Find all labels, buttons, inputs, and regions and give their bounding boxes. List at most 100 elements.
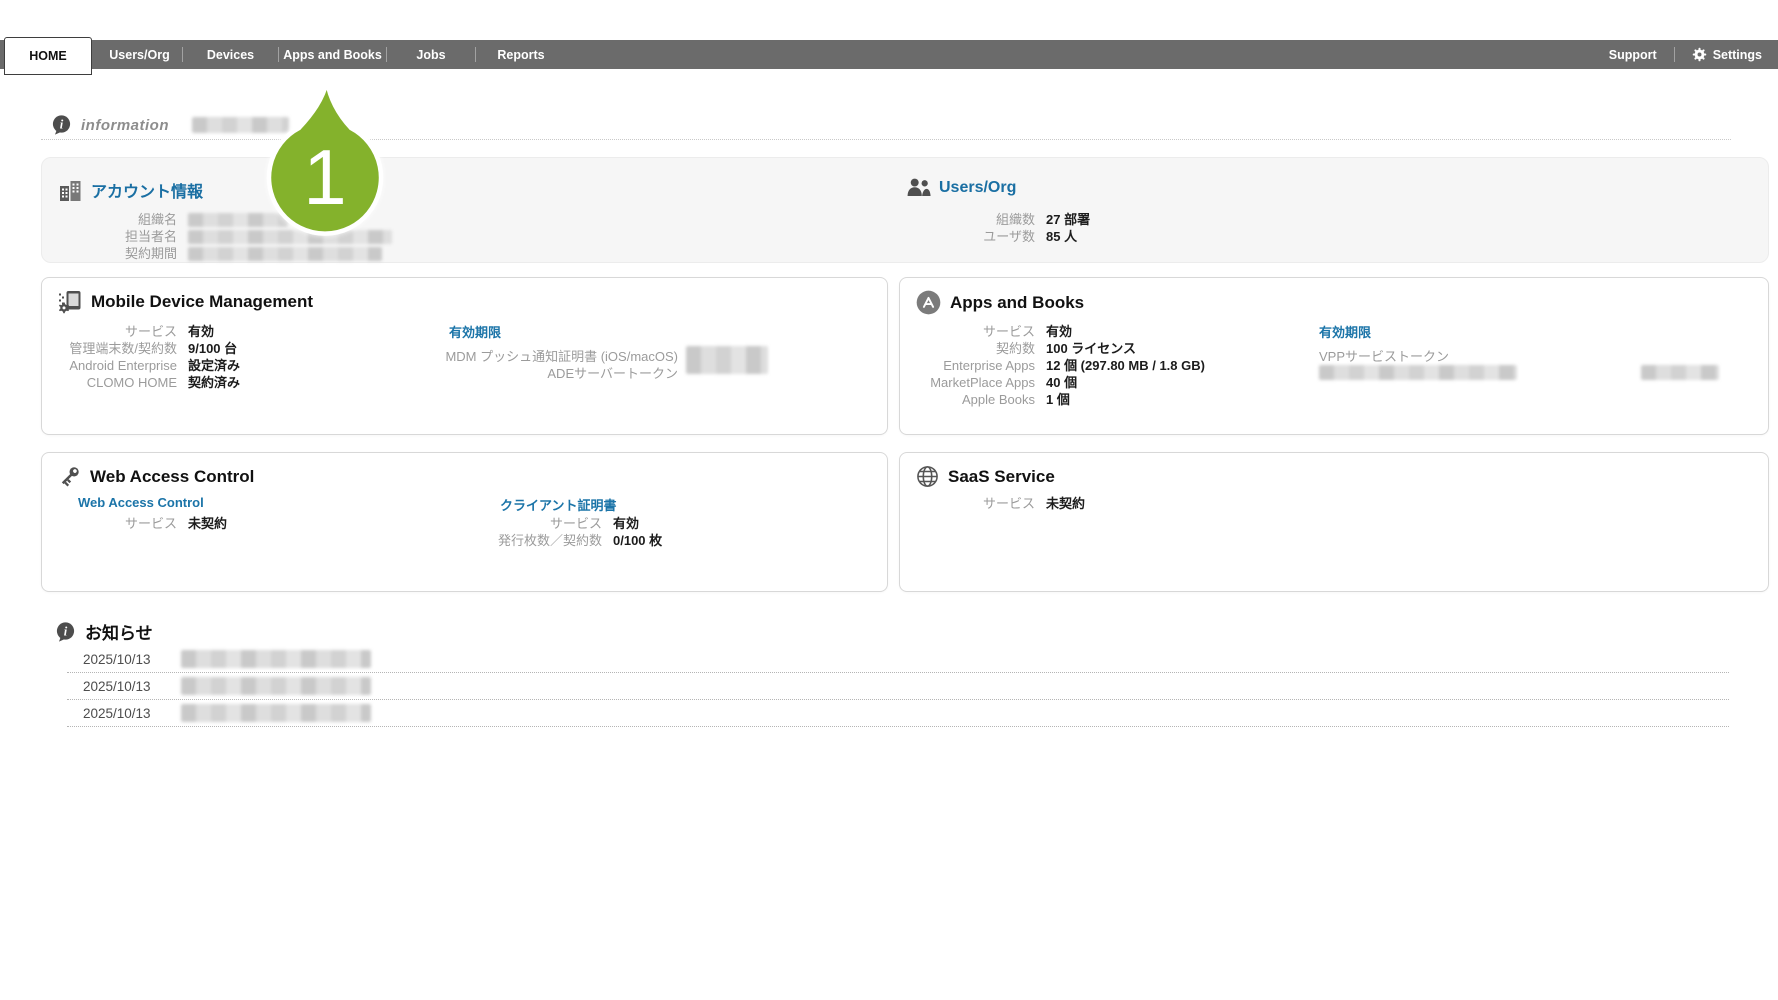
buildings-icon <box>59 179 83 201</box>
tab-reports[interactable]: Reports <box>476 40 566 69</box>
field-value: 設定済み <box>188 357 240 374</box>
apps-row-marketplace-apps: MarketPlace Apps 40 個 <box>920 374 1205 391</box>
mdm-card-title: Mobile Device Management <box>58 290 313 314</box>
notices-title-text: お知らせ <box>85 619 153 644</box>
apps-books-card: Apps and Books サービス 有効 契約数 100 ライセンス Ent… <box>899 277 1769 435</box>
field-value: 27 部署 <box>1046 211 1090 228</box>
mdm-expiry-link[interactable]: 有効期限 <box>449 322 501 341</box>
account-section-title: アカウント情報 <box>59 178 203 202</box>
field-label: 組織名 <box>62 211 177 228</box>
tab-apps-and-books[interactable]: Apps and Books <box>279 40 386 69</box>
nav-right: Support Settings <box>1609 47 1778 62</box>
field-label: サービス <box>62 323 177 340</box>
field-label: Apple Books <box>920 391 1035 408</box>
wac-row-service: サービス 未契約 <box>62 515 227 532</box>
saas-row-service: サービス 未契約 <box>920 495 1085 512</box>
web-access-card: Web Access Control Web Access Control サー… <box>41 452 888 592</box>
notices-section-title: i お知らせ <box>56 619 153 644</box>
field-value: 100 ライセンス <box>1046 340 1136 357</box>
field-value: 40 個 <box>1046 374 1077 391</box>
mdm-row-service: サービス 有効 <box>62 323 240 340</box>
field-label: ADEサーバートークン <box>547 366 678 383</box>
mdm-push-cert-row: MDM プッシュ通知証明書 (iOS/macOS) <box>449 349 678 366</box>
app-store-icon <box>916 290 941 315</box>
redacted-notice-text <box>181 677 371 695</box>
notices-list: 2025/10/13 2025/10/13 2025/10/13 <box>67 646 1729 727</box>
field-label: Android Enterprise <box>62 357 177 374</box>
mdm-row-clomo-home: CLOMO HOME 契約済み <box>62 374 240 391</box>
apps-row-apple-books: Apple Books 1 個 <box>920 391 1205 408</box>
web-access-left-rows: サービス 未契約 <box>62 515 227 532</box>
field-label: CLOMO HOME <box>62 374 177 391</box>
notice-item[interactable]: 2025/10/13 <box>67 646 1729 673</box>
notice-item[interactable]: 2025/10/13 <box>67 700 1729 727</box>
information-row: i information <box>52 115 289 135</box>
field-label: サービス <box>498 515 602 532</box>
support-link[interactable]: Support <box>1609 48 1657 62</box>
apps-expiry-link[interactable]: 有効期限 <box>1319 322 1371 341</box>
settings-button[interactable]: Settings <box>1692 47 1762 62</box>
redacted-value <box>1319 365 1517 380</box>
annotation-number: 1 <box>303 133 346 221</box>
info-icon: i <box>52 115 71 135</box>
users-org-row-org-count: 組織数 27 部署 <box>920 211 1090 228</box>
tab-devices[interactable]: Devices <box>183 40 278 69</box>
mdm-row-android-enterprise: Android Enterprise 設定済み <box>62 357 240 374</box>
gear-icon <box>1692 47 1707 62</box>
mdm-rows: サービス 有効 管理端末数/契約数 9/100 台 Android Enterp… <box>62 323 240 391</box>
device-gear-icon <box>58 290 82 314</box>
redacted-value <box>686 346 768 374</box>
apps-row-service: サービス 有効 <box>920 323 1205 340</box>
tab-jobs[interactable]: Jobs <box>387 40 475 69</box>
client-certificate-link[interactable]: クライアント証明書 <box>500 495 616 514</box>
apps-books-rows: サービス 有効 契約数 100 ライセンス Enterprise Apps 12… <box>920 323 1205 408</box>
field-value: 85 人 <box>1046 228 1077 245</box>
apps-books-card-title: Apps and Books <box>916 290 1084 315</box>
notice-date: 2025/10/13 <box>83 706 161 721</box>
svg-text:i: i <box>64 624 68 638</box>
mdm-title-text: Mobile Device Management <box>91 292 313 312</box>
field-value: 契約済み <box>188 374 240 391</box>
field-value: 12 個 (297.80 MB / 1.8 GB) <box>1046 357 1205 374</box>
saas-title-text: SaaS Service <box>948 467 1055 487</box>
top-navbar: HOME Users/Org Devices Apps and Books Jo… <box>0 40 1778 69</box>
field-label: サービス <box>920 495 1035 512</box>
mdm-row-devices: 管理端末数/契約数 9/100 台 <box>62 340 240 357</box>
svg-text:i: i <box>60 117 64 131</box>
saas-card-title: SaaS Service <box>916 465 1055 488</box>
field-value: 未契約 <box>1046 495 1085 512</box>
nav-tabs: Users/Org Devices Apps and Books Jobs Re… <box>97 40 566 69</box>
notice-date: 2025/10/13 <box>83 652 161 667</box>
saas-rows: サービス 未契約 <box>920 495 1085 512</box>
field-value: 未契約 <box>188 515 227 532</box>
field-label: MarketPlace Apps <box>920 374 1035 391</box>
users-org-rows: 組織数 27 部署 ユーザ数 85 人 <box>920 211 1090 245</box>
redacted-value <box>1641 365 1719 380</box>
users-org-row-user-count: ユーザ数 85 人 <box>920 228 1090 245</box>
mdm-ade-token-row: ADEサーバートークン <box>449 366 678 383</box>
web-access-control-link[interactable]: Web Access Control <box>78 495 204 510</box>
web-access-title-text: Web Access Control <box>90 467 254 487</box>
apps-books-title-text: Apps and Books <box>950 293 1084 313</box>
cert-row-service: サービス 有効 <box>498 515 662 532</box>
web-access-right-rows: サービス 有効 発行枚数／契約数 0/100 枚 <box>498 515 662 549</box>
redacted-notice-text <box>181 650 371 668</box>
info-icon: i <box>56 622 75 642</box>
field-label: 契約数 <box>920 340 1035 357</box>
field-label: 担当者名 <box>62 228 177 245</box>
apps-row-licenses: 契約数 100 ライセンス <box>920 340 1205 357</box>
users-org-section-title: Users/Org <box>906 178 1016 197</box>
tab-users-org[interactable]: Users/Org <box>97 40 182 69</box>
cert-row-issued: 発行枚数／契約数 0/100 枚 <box>498 532 662 549</box>
nav-separator <box>1674 47 1675 62</box>
notice-item[interactable]: 2025/10/13 <box>67 673 1729 700</box>
field-label: 契約期間 <box>62 245 177 262</box>
tab-home[interactable]: HOME <box>4 37 92 75</box>
account-title-text: アカウント情報 <box>91 178 203 202</box>
field-label: Enterprise Apps <box>920 357 1035 374</box>
mdm-card: Mobile Device Management サービス 有効 管理端末数/契… <box>41 277 888 435</box>
information-label: information <box>81 117 169 134</box>
field-label: サービス <box>920 323 1035 340</box>
users-icon <box>906 178 931 197</box>
field-value: 有効 <box>613 515 639 532</box>
